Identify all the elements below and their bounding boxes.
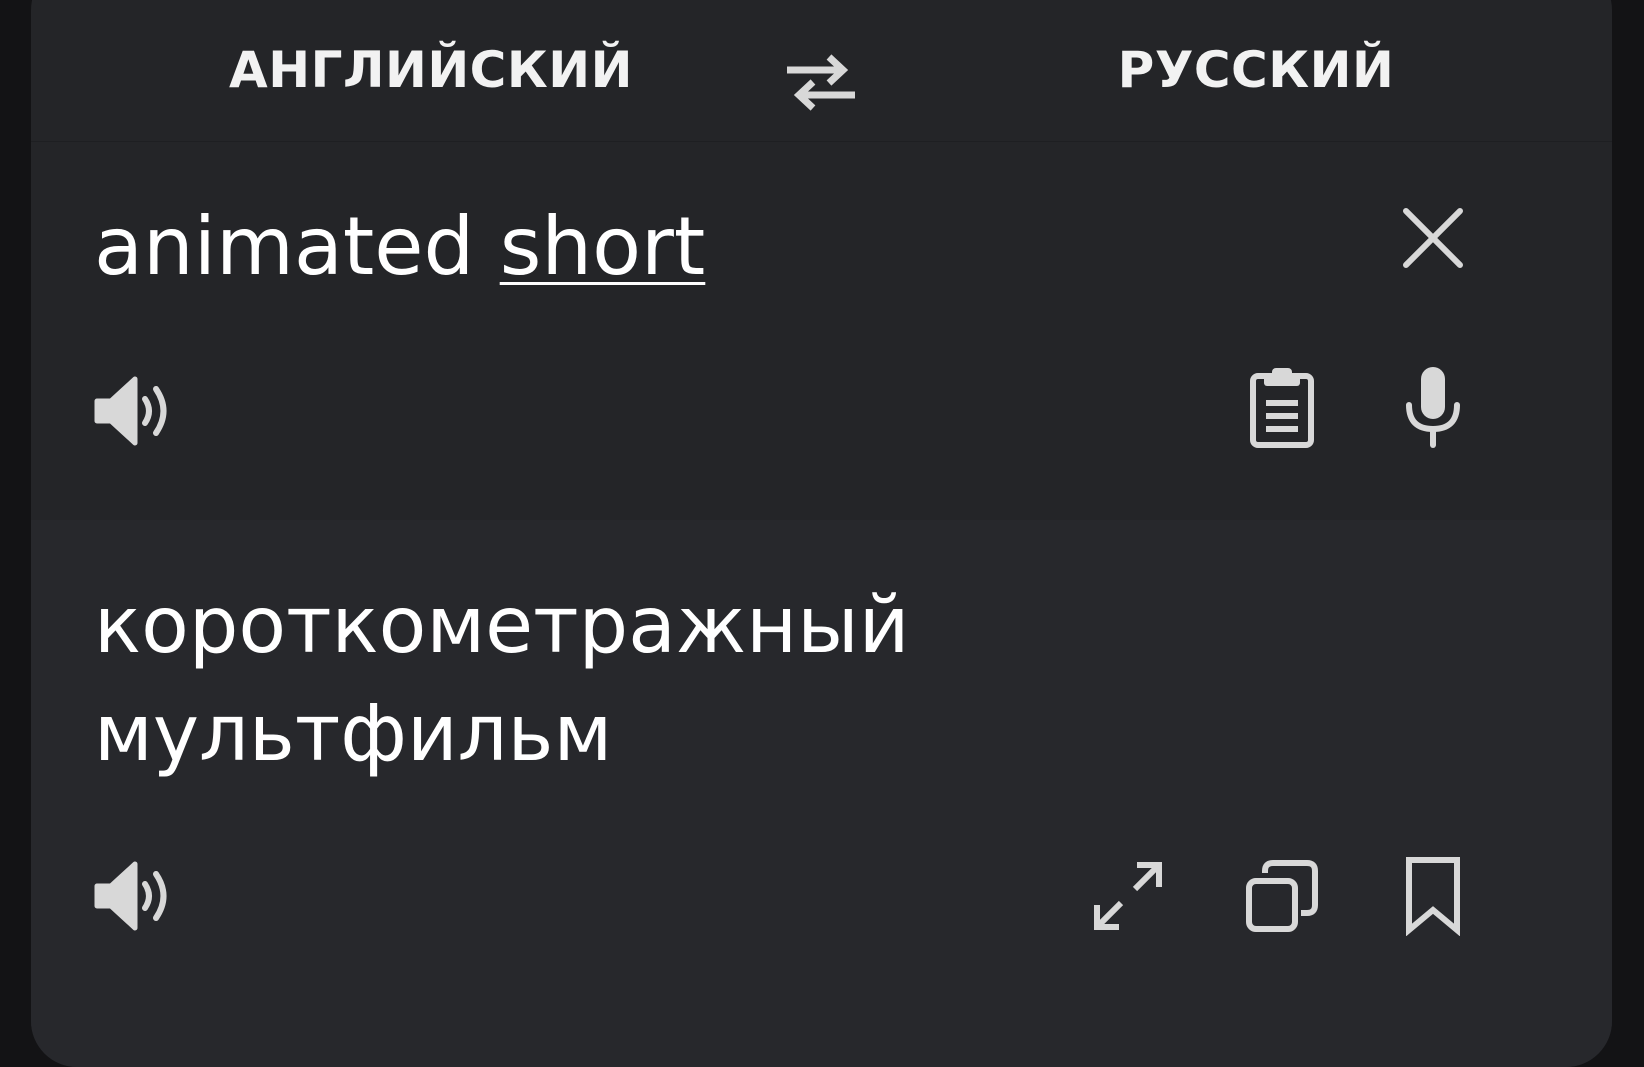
language-bar: АНГЛИЙСКИЙ РУССКИЙ — [31, 0, 1612, 143]
speak-translation-button[interactable] — [93, 854, 177, 938]
speaker-icon — [94, 376, 167, 446]
swap-languages-button[interactable] — [781, 40, 861, 120]
copy-icon — [1246, 860, 1318, 932]
translation-line-2: мультфильм — [94, 689, 613, 779]
output-panel: короткометражный мультфильм — [31, 520, 1612, 1067]
translation-text: короткометражный мультфильм — [94, 572, 1194, 788]
microphone-icon — [1406, 367, 1460, 448]
input-panel[interactable]: animated short — [31, 142, 1612, 520]
bookmark-icon — [1406, 857, 1460, 936]
speak-source-button[interactable] — [93, 369, 177, 453]
swap-arrows-icon — [787, 54, 855, 111]
expand-icon — [1094, 862, 1162, 930]
translation-line-1: короткометражный — [94, 581, 910, 671]
paste-button[interactable] — [1240, 365, 1324, 449]
source-language-button[interactable]: АНГЛИЙСКИЙ — [211, 0, 651, 141]
clear-button[interactable] — [1391, 196, 1475, 280]
bookmark-button[interactable] — [1391, 854, 1475, 938]
copy-translation-button[interactable] — [1240, 854, 1324, 938]
speaker-icon — [94, 861, 167, 931]
translator-card: АНГЛИЙСКИЙ РУССКИЙ animated short коротк… — [31, 0, 1612, 1067]
source-text-plain: animated — [94, 200, 500, 293]
close-icon — [1403, 208, 1463, 268]
source-text-underlined-word[interactable]: short — [500, 200, 706, 293]
clipboard-icon — [1250, 368, 1314, 448]
source-text[interactable]: animated short — [94, 197, 705, 297]
target-language-button[interactable]: РУССКИЙ — [1036, 0, 1476, 141]
voice-input-button[interactable] — [1391, 365, 1475, 449]
fullscreen-button[interactable] — [1086, 854, 1170, 938]
